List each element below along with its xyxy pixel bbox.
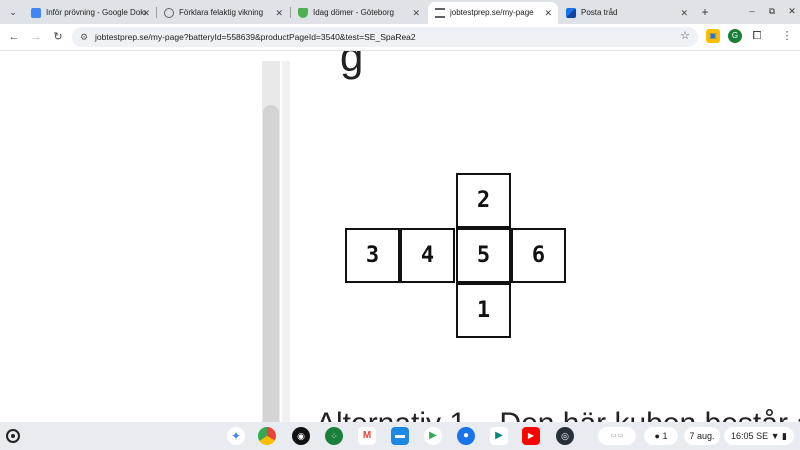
battery-icon: ▮ — [782, 431, 787, 441]
alternative-heading: Alternativ 1 – Den här kuben består av — [316, 407, 800, 422]
new-tab-button[interactable]: + — [697, 3, 713, 21]
question-heading-fragment: g — [340, 51, 384, 80]
tab-title: Förklara felaktig vikning — [179, 8, 264, 17]
close-icon[interactable]: ✕ — [412, 2, 420, 24]
shield-icon — [298, 8, 308, 18]
close-icon[interactable]: ✕ — [275, 2, 283, 24]
screen-preview[interactable]: ▭ ▭ — [598, 427, 636, 445]
bookmark-star-icon[interactable]: ☆ — [680, 29, 690, 42]
gmail-icon[interactable]: M — [358, 427, 376, 445]
files-icon[interactable]: ▬ — [391, 427, 409, 445]
play-store-icon[interactable]: ▶ — [424, 427, 442, 445]
tab-forklara[interactable]: Förklara felaktig vikning ✕ — [157, 2, 289, 24]
address-bar[interactable]: ⚙ jobtestprep.se/my-page?batteryId=55863… — [72, 27, 698, 47]
site-settings-icon[interactable]: ⚙ — [78, 31, 90, 43]
launcher-icon[interactable] — [6, 429, 20, 443]
apps-icon[interactable]: ⁘ — [325, 427, 343, 445]
podcast-icon[interactable]: ◉ — [292, 427, 310, 445]
cube-face-bottom: 1 — [456, 283, 511, 338]
close-window-button[interactable]: ✕ — [784, 3, 800, 19]
tab-posta-trad[interactable]: Posta tråd ✕ — [559, 2, 694, 24]
gemini-icon[interactable]: ✦ — [227, 427, 245, 445]
wifi-icon: ▼ — [770, 431, 780, 441]
tab-jobtestprep[interactable]: jobtestprep.se/my-page ✕ — [428, 2, 558, 24]
cube-face-right: 6 — [511, 228, 566, 283]
tab-title: Idag dömer - Göteborg — [313, 8, 394, 17]
back-button[interactable]: ← — [6, 29, 22, 45]
more-menu-icon[interactable]: ⋮ — [780, 29, 794, 43]
tab-google-docs[interactable]: Inför prövning - Google Dokument ✕ — [24, 2, 156, 24]
notifications-tray[interactable]: ● 1 — [644, 427, 678, 445]
system-tray[interactable]: 16:05 SE ▼ ▮ — [724, 427, 794, 445]
youtube-icon[interactable]: ▶ — [522, 427, 540, 445]
extensions-puzzle-icon[interactable]: ⧠ — [750, 29, 764, 43]
messages-icon[interactable]: ● — [457, 427, 475, 445]
date-display[interactable]: 7 aug. — [684, 427, 720, 445]
cube-face-top: 2 — [456, 173, 511, 228]
tab-title: Inför prövning - Google Dokument — [46, 8, 146, 17]
tab-title: Posta tråd — [581, 8, 618, 17]
envelope-icon — [566, 8, 576, 18]
tab-idag-domer[interactable]: Idag dömer - Göteborg ✕ — [291, 2, 426, 24]
close-icon[interactable]: ✕ — [142, 2, 150, 24]
forward-button[interactable]: → — [28, 29, 44, 45]
os-shelf: ✦ ◉ ⁘ M ▬ ▶ ● ▶ ▶ ◎ ▭ ▭ ● 1 7 aug. 16:05… — [0, 422, 800, 450]
camera-icon[interactable]: ◎ — [556, 427, 574, 445]
scrollbar-track[interactable] — [262, 61, 280, 422]
google-docs-icon — [31, 8, 41, 18]
web-icon — [164, 8, 174, 18]
extension-icon[interactable]: ▣ — [706, 29, 720, 43]
close-icon[interactable]: ✕ — [680, 2, 688, 24]
notification-count: 1 — [662, 431, 668, 441]
content-divider — [282, 61, 290, 422]
cube-net-diagram: 2 3 4 5 6 1 — [345, 173, 567, 341]
page-content: g 2 3 4 5 6 1 Alternativ 1 – Den här kub… — [0, 51, 800, 422]
url-text[interactable]: jobtestprep.se/my-page?batteryId=558639&… — [95, 27, 416, 47]
keyboard-locale: SE — [756, 431, 769, 441]
tab-search-button[interactable]: ⌄ — [4, 3, 22, 21]
cube-face-center: 5 — [456, 228, 511, 283]
chrome-icon[interactable] — [258, 427, 276, 445]
browser-toolbar: ← → ↻ ⚙ jobtestprep.se/my-page?batteryId… — [0, 24, 800, 51]
restore-button[interactable]: ⧉ — [764, 3, 780, 19]
reload-button[interactable]: ↻ — [50, 29, 66, 45]
meet-icon[interactable]: ▶ — [490, 427, 508, 445]
minimize-button[interactable]: – — [744, 3, 760, 19]
tab-strip: ⌄ Inför prövning - Google Dokument ✕ För… — [0, 0, 800, 24]
document-icon — [435, 8, 445, 18]
grammarly-icon[interactable]: G — [728, 29, 742, 43]
tab-title: jobtestprep.se/my-page — [450, 8, 534, 17]
cube-face-left-2: 4 — [400, 228, 455, 283]
scrollbar-thumb[interactable] — [263, 105, 279, 422]
clock: 16:05 — [731, 431, 754, 441]
cube-face-left-1: 3 — [345, 228, 400, 283]
close-icon[interactable]: ✕ — [544, 2, 552, 24]
record-icon: ● — [654, 431, 660, 441]
